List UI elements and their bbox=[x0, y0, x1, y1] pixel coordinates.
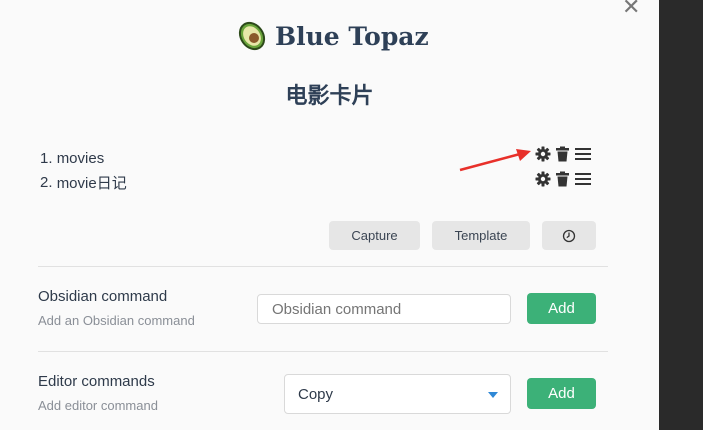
capture-button[interactable]: Capture bbox=[329, 221, 420, 250]
list-item[interactable]: 2. movie日记 bbox=[40, 170, 127, 194]
background-panel bbox=[659, 0, 703, 430]
choice-label: movies bbox=[56, 149, 105, 167]
gear-icon[interactable] bbox=[534, 145, 551, 162]
choice-actions bbox=[534, 145, 591, 162]
setting-description: Add editor command bbox=[38, 398, 158, 413]
setting-name: Obsidian command bbox=[38, 288, 168, 305]
obsidian-command-input[interactable] bbox=[257, 294, 511, 324]
clock-icon bbox=[562, 229, 576, 242]
brand-name: Blue Topaz bbox=[275, 21, 429, 51]
modal: ✕ Blue Topaz 电影卡片 1. movies 2. movie日记 C… bbox=[0, 0, 659, 430]
editor-command-select[interactable]: Copy bbox=[284, 374, 511, 414]
choice-number: 1. bbox=[40, 149, 53, 167]
divider bbox=[38, 351, 608, 352]
gear-icon[interactable] bbox=[534, 170, 551, 187]
page-title: 电影卡片 bbox=[285, 83, 374, 108]
template-button[interactable]: Template bbox=[432, 221, 530, 250]
trash-icon[interactable] bbox=[554, 170, 571, 187]
annotation-arrow-icon bbox=[459, 149, 531, 172]
menu-icon[interactable] bbox=[574, 170, 591, 187]
select-value: Copy bbox=[298, 385, 334, 403]
brand-header: Blue Topaz bbox=[237, 18, 429, 54]
add-editor-command-button[interactable]: Add bbox=[527, 378, 596, 409]
menu-icon[interactable] bbox=[574, 145, 591, 162]
avocado-icon bbox=[238, 21, 266, 51]
chevron-down-icon bbox=[488, 392, 498, 398]
choice-list: 1. movies 2. movie日记 bbox=[40, 146, 127, 194]
setting-description: Add an Obsidian command bbox=[38, 313, 195, 328]
list-item[interactable]: 1. movies bbox=[40, 146, 127, 170]
choice-label: movie日记 bbox=[56, 174, 127, 192]
add-obsidian-command-button[interactable]: Add bbox=[527, 293, 596, 324]
divider bbox=[38, 266, 608, 267]
trash-icon[interactable] bbox=[554, 145, 571, 162]
close-icon[interactable]: ✕ bbox=[622, 0, 640, 20]
setting-name: Editor commands bbox=[38, 373, 155, 390]
choice-actions bbox=[534, 170, 591, 187]
macro-button[interactable] bbox=[542, 221, 596, 250]
choice-number: 2. bbox=[40, 173, 53, 191]
